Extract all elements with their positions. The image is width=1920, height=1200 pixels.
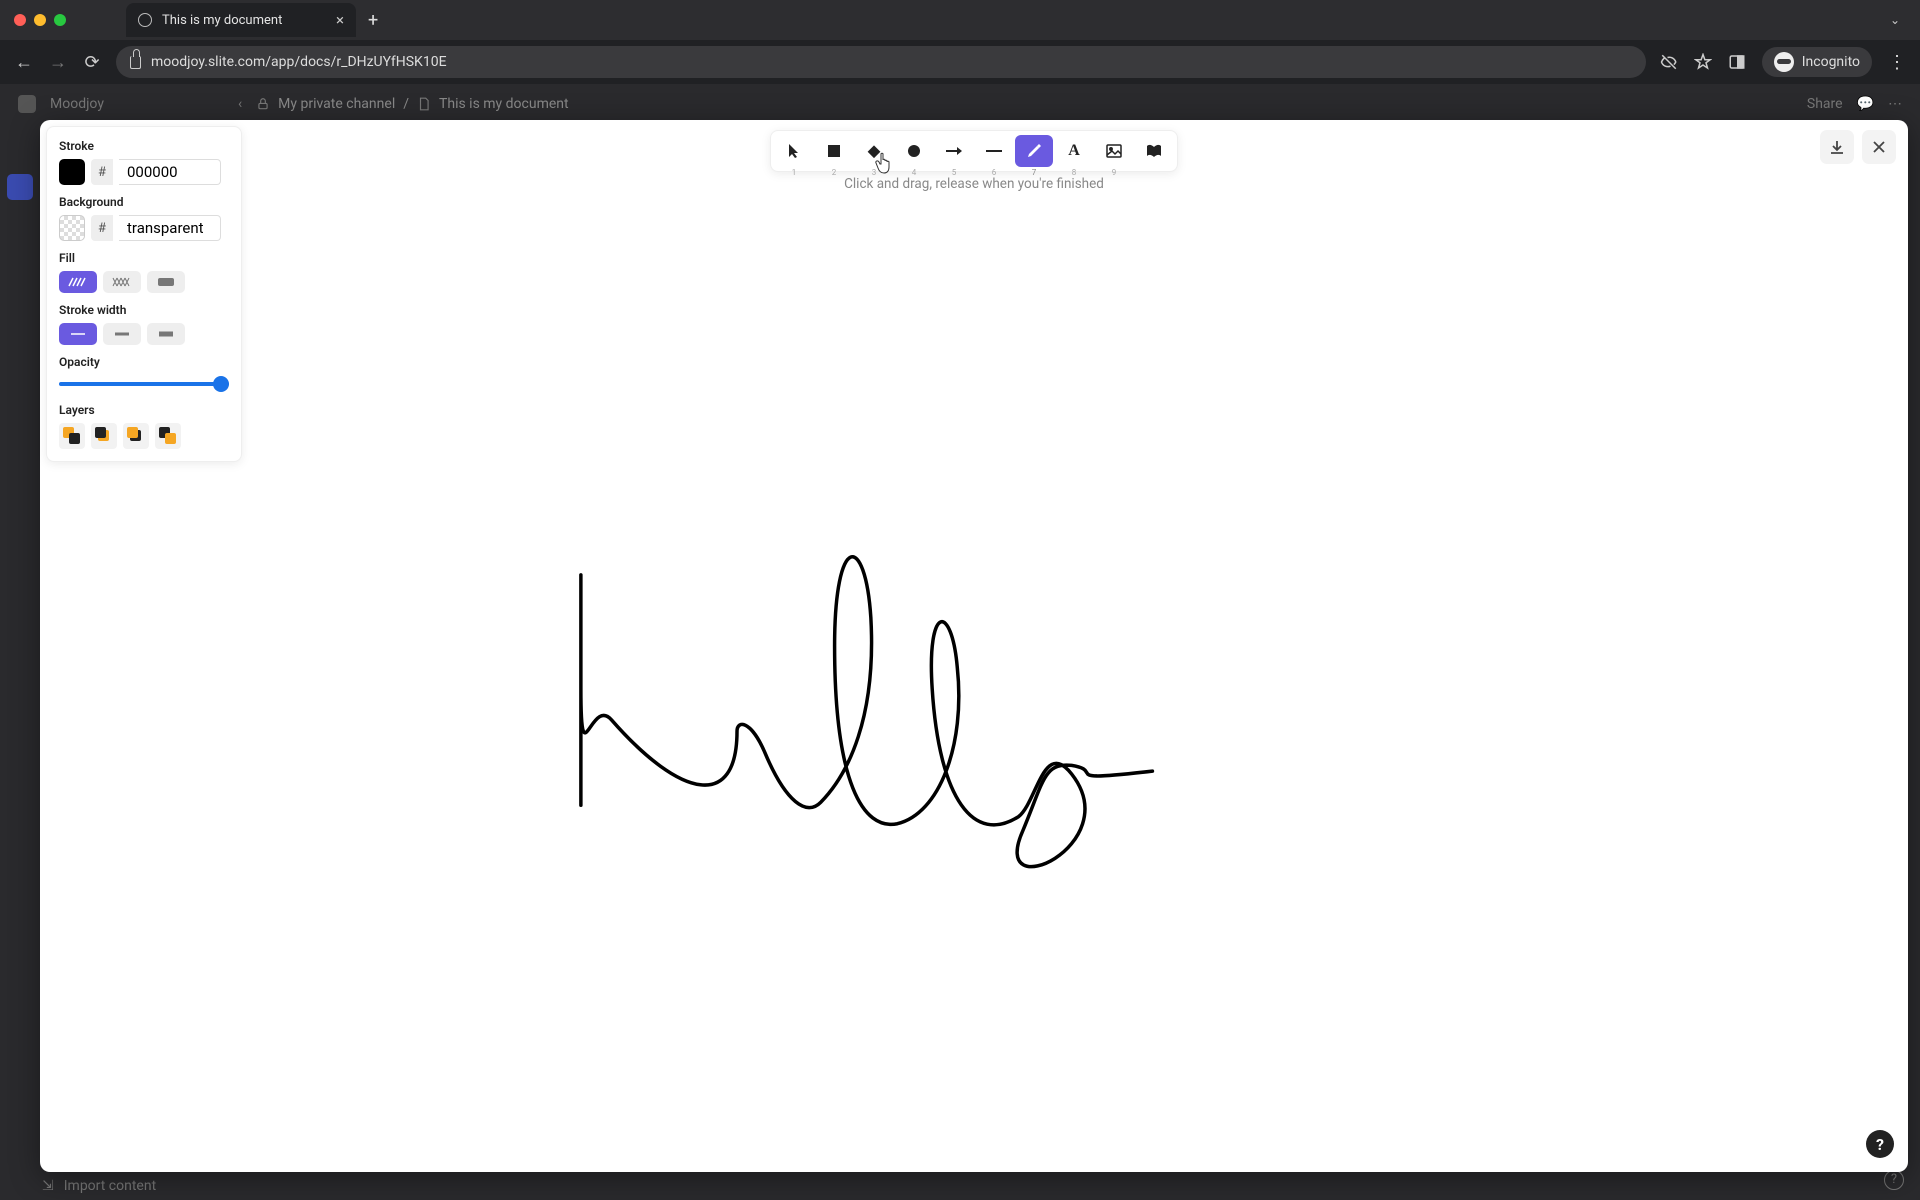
import-label: Import content bbox=[64, 1178, 156, 1194]
address-bar[interactable]: moodjoy.slite.com/app/docs/r_DHzUYfHSK10… bbox=[116, 46, 1646, 78]
new-tab-button[interactable]: + bbox=[368, 10, 378, 31]
opacity-slider[interactable] bbox=[59, 375, 229, 393]
doc-icon bbox=[417, 97, 431, 111]
bookmark-star-icon[interactable] bbox=[1694, 53, 1712, 71]
close-tab-icon[interactable]: × bbox=[336, 11, 344, 29]
hash-label: # bbox=[91, 159, 113, 185]
download-button[interactable] bbox=[1820, 130, 1854, 164]
tool-line-button[interactable]: 6 bbox=[975, 135, 1013, 167]
tool-rectangle-button[interactable]: 2 bbox=[815, 135, 853, 167]
help-fab-label: ? bbox=[1876, 1135, 1884, 1154]
incognito-badge[interactable]: Incognito bbox=[1762, 47, 1872, 77]
tool-idx: 1 bbox=[792, 168, 797, 177]
send-backward-button[interactable] bbox=[91, 423, 117, 449]
tool-arrow-button[interactable]: 5 bbox=[935, 135, 973, 167]
background-heading: Background bbox=[59, 195, 229, 209]
strokewidth-thick-button[interactable] bbox=[147, 323, 185, 345]
tool-ellipse-button[interactable]: 4 bbox=[895, 135, 933, 167]
app-logo bbox=[18, 95, 36, 113]
fill-solid-button[interactable] bbox=[147, 271, 185, 293]
import-content-row: ⇲ Import content bbox=[42, 1178, 156, 1194]
browser-menu-button[interactable]: ⋮ bbox=[1888, 52, 1906, 73]
browser-tab[interactable]: This is my document × bbox=[126, 3, 356, 37]
close-canvas-button[interactable] bbox=[1862, 130, 1896, 164]
stroke-heading: Stroke bbox=[59, 139, 229, 153]
app-brand: Moodjoy bbox=[50, 96, 104, 112]
strokewidth-thin-button[interactable] bbox=[59, 323, 97, 345]
maximize-window-icon[interactable] bbox=[54, 14, 66, 26]
fill-hachure-button[interactable] bbox=[59, 271, 97, 293]
tool-diamond-button[interactable]: 3 bbox=[855, 135, 893, 167]
breadcrumb-doc: This is my document bbox=[439, 96, 569, 112]
globe-icon bbox=[138, 13, 152, 27]
app-help-icon: ? bbox=[1884, 1170, 1904, 1190]
fill-cross-button[interactable] bbox=[103, 271, 141, 293]
close-window-icon[interactable] bbox=[14, 14, 26, 26]
window-controls[interactable] bbox=[14, 14, 66, 26]
lock-small-icon bbox=[256, 97, 270, 111]
tool-draw-button[interactable]: 7 bbox=[1015, 135, 1053, 167]
background-value-input[interactable] bbox=[119, 215, 221, 241]
breadcrumb-channel: My private channel bbox=[278, 96, 395, 112]
send-to-back-button[interactable] bbox=[59, 423, 85, 449]
shape-options-panel: Stroke # Background # Fill bbox=[46, 126, 242, 462]
stroke-color-swatch[interactable] bbox=[59, 159, 85, 185]
stroke-hex-input[interactable] bbox=[119, 159, 221, 185]
sidepanel-icon[interactable] bbox=[1728, 53, 1746, 71]
tool-text-button[interactable]: A 8 bbox=[1055, 135, 1093, 167]
share-button: Share bbox=[1807, 96, 1843, 112]
tool-library-button[interactable] bbox=[1135, 135, 1173, 167]
tool-select-button[interactable]: 1 bbox=[775, 135, 813, 167]
incognito-icon bbox=[1774, 52, 1794, 72]
bring-forward-button[interactable] bbox=[123, 423, 149, 449]
strokewidth-med-button[interactable] bbox=[103, 323, 141, 345]
reload-button[interactable]: ⟳ bbox=[82, 52, 102, 73]
tool-idx: 2 bbox=[832, 168, 837, 177]
tabs-chevron-icon[interactable]: ⌄ bbox=[1890, 13, 1906, 27]
url-text: moodjoy.slite.com/app/docs/r_DHzUYfHSK10… bbox=[151, 54, 447, 70]
minimize-window-icon[interactable] bbox=[34, 14, 46, 26]
drawing-toolbar: 1 2 3 4 5 6 7 A 8 bbox=[770, 130, 1178, 172]
back-button[interactable]: ← bbox=[14, 52, 34, 73]
tab-title: This is my document bbox=[162, 13, 282, 28]
drawing-canvas-modal: Stroke # Background # Fill bbox=[40, 120, 1908, 1172]
strokewidth-heading: Stroke width bbox=[59, 303, 229, 317]
lock-icon bbox=[130, 56, 141, 69]
background-color-swatch[interactable] bbox=[59, 215, 85, 241]
tool-idx: 9 bbox=[1112, 168, 1117, 177]
bring-to-front-button[interactable] bbox=[155, 423, 181, 449]
app-sidebar bbox=[0, 124, 40, 1200]
fill-heading: Fill bbox=[59, 251, 229, 265]
tool-image-button[interactable]: 9 bbox=[1095, 135, 1133, 167]
canvas-drawing[interactable] bbox=[40, 120, 1908, 1172]
hash-label-2: # bbox=[91, 215, 113, 241]
eye-off-icon[interactable] bbox=[1660, 53, 1678, 71]
toolbar-hint: Click and drag, release when you're fini… bbox=[844, 176, 1104, 192]
layers-heading: Layers bbox=[59, 403, 229, 417]
forward-button[interactable]: → bbox=[48, 52, 68, 73]
help-fab-button[interactable]: ? bbox=[1866, 1130, 1894, 1158]
breadcrumb: My private channel / This is my document bbox=[256, 96, 568, 112]
incognito-label: Incognito bbox=[1802, 54, 1860, 70]
opacity-heading: Opacity bbox=[59, 355, 229, 369]
